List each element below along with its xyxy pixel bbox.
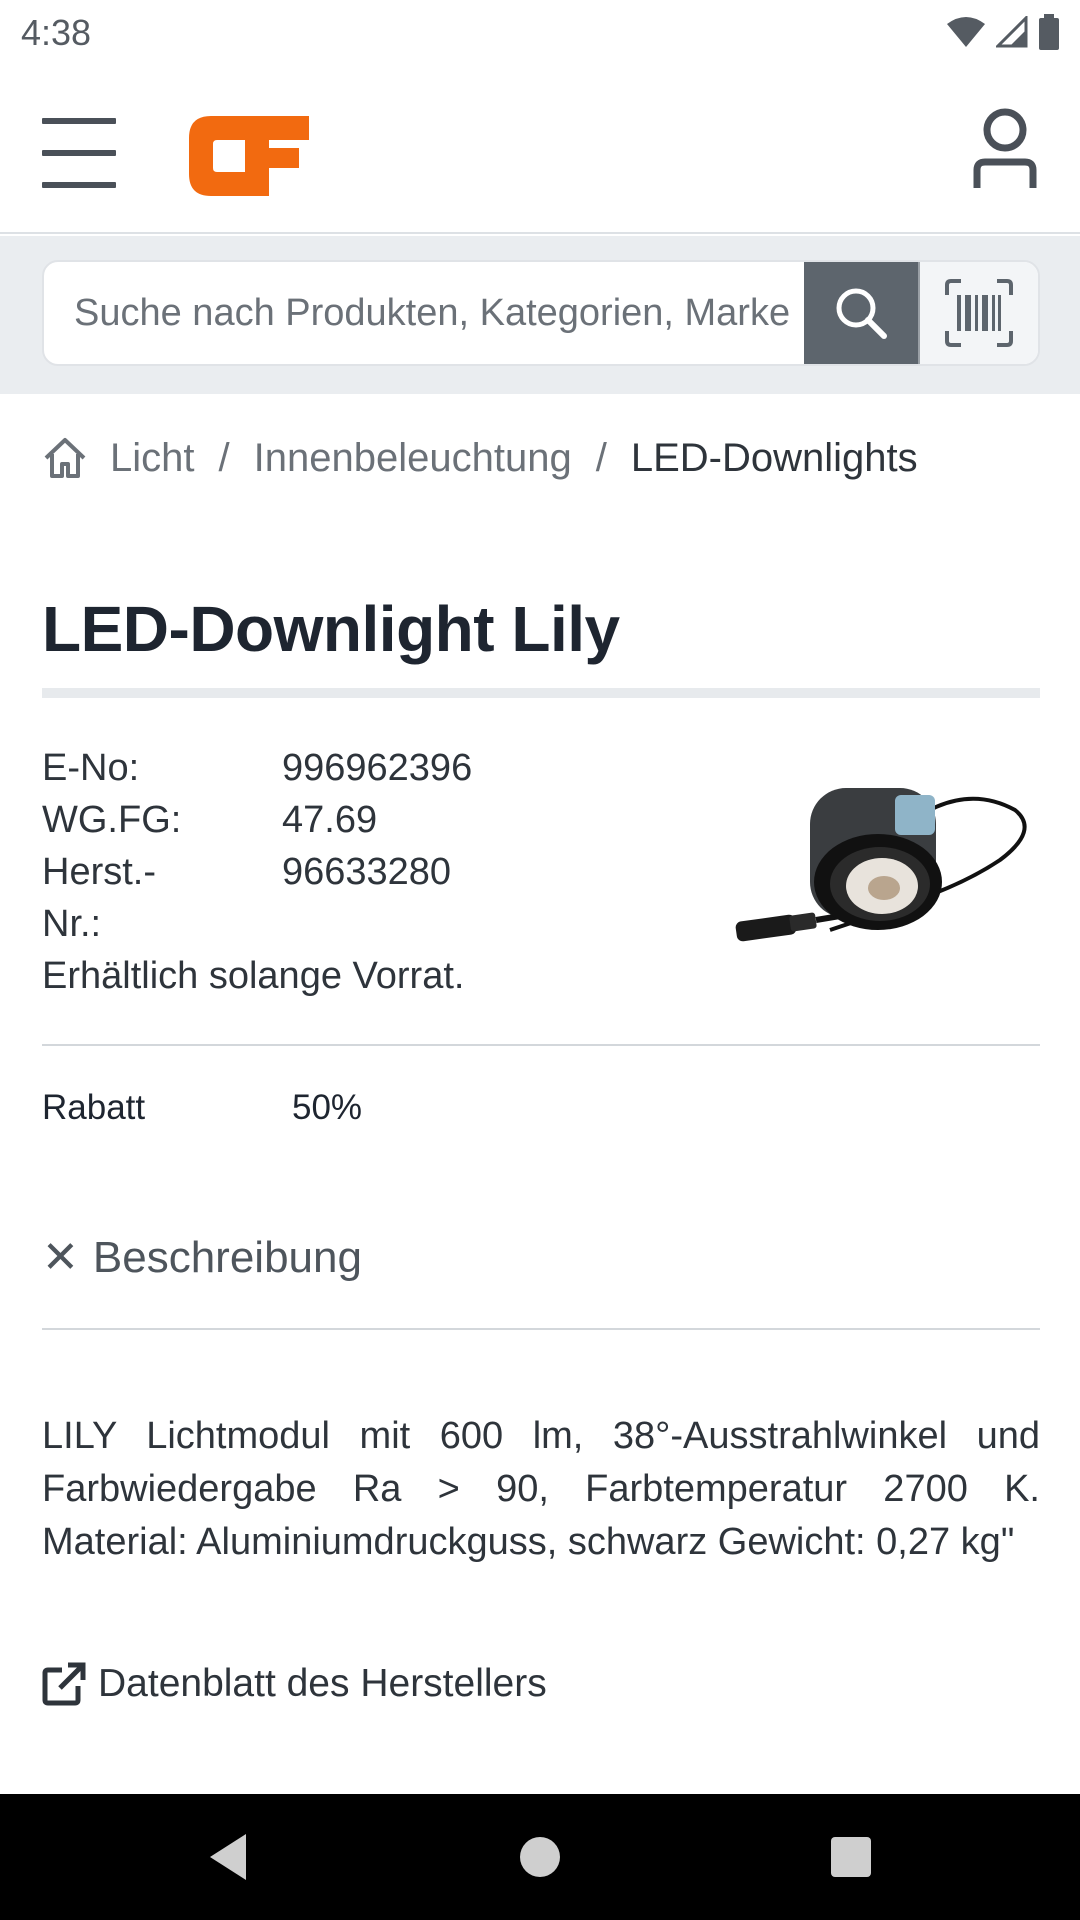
close-icon: ✕: [42, 1233, 79, 1282]
recents-icon[interactable]: [828, 1830, 874, 1884]
external-link-icon: [42, 1662, 86, 1706]
breadcrumb: Licht / Innenbeleuchtung / LED-Downlight…: [42, 430, 918, 486]
spec-label: Herst.-Nr.:: [42, 851, 156, 945]
breadcrumb-item-licht[interactable]: Licht: [110, 436, 195, 481]
description-toggle[interactable]: ✕ Beschreibung: [42, 1232, 362, 1283]
spec-row-wgfg: WG.FG: 47.69: [42, 794, 662, 846]
menu-icon[interactable]: [42, 118, 116, 188]
status-bar: 4:38: [0, 0, 1080, 66]
spec-label: E-No:: [42, 747, 140, 789]
back-icon[interactable]: [204, 1830, 252, 1884]
account-icon[interactable]: [972, 108, 1038, 192]
spec-row-eno: E-No: 996962396: [42, 742, 662, 794]
spec-value: 47.69: [282, 799, 378, 841]
spec-value: 996962396: [282, 747, 473, 789]
app-header: [0, 66, 1080, 234]
divider: [42, 1328, 1040, 1330]
breadcrumb-item-innenbeleuchtung[interactable]: Innenbeleuchtung: [254, 436, 572, 481]
product-title: LED-Downlight Lily: [42, 593, 620, 665]
discount-value: 50%: [292, 1088, 363, 1127]
breadcrumb-separator: /: [595, 435, 607, 480]
home-icon[interactable]: [42, 436, 88, 480]
search-icon: [836, 288, 887, 339]
datasheet-link-label: Datenblatt des Herstellers: [98, 1662, 547, 1705]
discount-row: Rabatt 50%: [42, 1088, 362, 1128]
spec-row-herst-nr: Herst.-Nr.: 96633280: [42, 846, 662, 950]
datasheet-link[interactable]: Datenblatt des Herstellers: [42, 1662, 547, 1706]
cellular-signal-icon: [996, 16, 1028, 48]
cf-logo[interactable]: [183, 110, 311, 202]
search-input[interactable]: [44, 262, 804, 364]
divider: [42, 1044, 1040, 1046]
product-image[interactable]: [730, 770, 1030, 970]
title-underline: [42, 688, 1040, 698]
home-button-icon[interactable]: [518, 1830, 562, 1884]
battery-icon: [1039, 14, 1059, 50]
discount-label: Rabatt: [42, 1088, 146, 1127]
barcode-icon: [945, 279, 1013, 347]
availability-text: Erhältlich solange Vorrat.: [42, 955, 465, 997]
wifi-icon: [947, 17, 985, 47]
search-box: [42, 260, 1040, 366]
breadcrumb-separator: /: [218, 435, 230, 480]
status-icons: [946, 14, 1060, 50]
product-specs: E-No: 996962396 WG.FG: 47.69 Herst.-Nr.:…: [42, 742, 662, 1002]
breadcrumb-item-current: LED-Downlights: [630, 435, 918, 480]
search-bar-area: [0, 236, 1080, 394]
spec-value: 96633280: [282, 851, 452, 893]
description-heading: Beschreibung: [92, 1232, 362, 1282]
barcode-scan-button[interactable]: [918, 262, 1038, 364]
system-navigation-bar: [0, 1794, 1080, 1920]
spec-label: WG.FG:: [42, 799, 182, 841]
description-text: LILY Lichtmodul mit 600 lm, 38°-Ausstrah…: [42, 1415, 1040, 1563]
status-time: 4:38: [21, 12, 92, 53]
search-button[interactable]: [804, 262, 918, 364]
